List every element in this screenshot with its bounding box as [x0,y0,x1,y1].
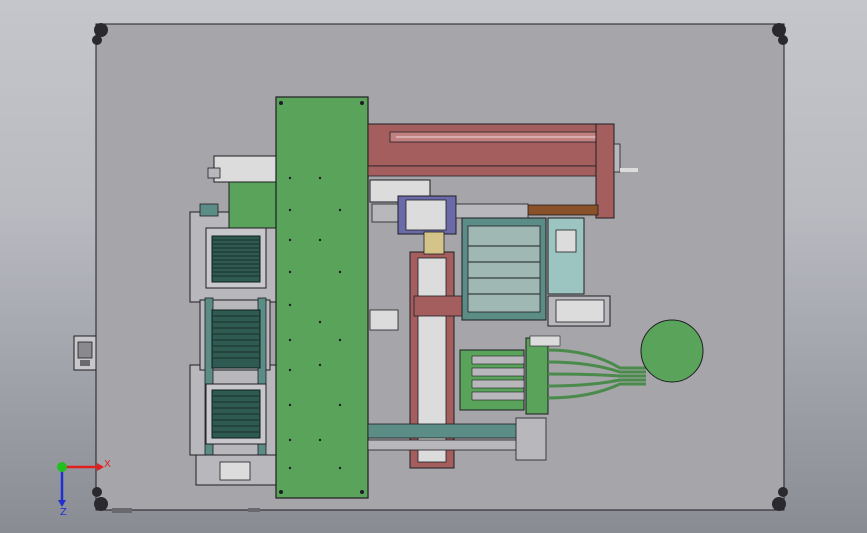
cad-viewport[interactable]: X Z [0,0,867,533]
main-green-plate [275,96,369,499]
small-bracket [369,309,399,331]
x-axis-label: X [104,459,111,470]
stack-module-middle [211,309,261,369]
z-axis-label: Z [60,507,67,518]
stack-module-bottom [205,383,267,445]
brown-rod [525,204,599,216]
stack-module-top [205,227,267,289]
side-connector [73,335,97,371]
